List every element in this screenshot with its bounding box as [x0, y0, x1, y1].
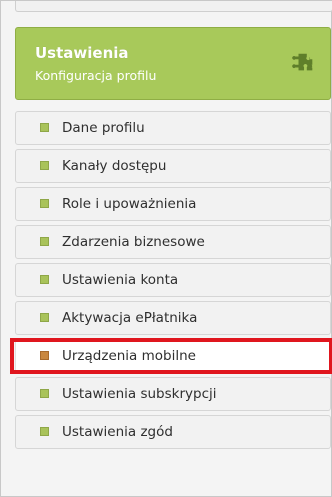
bullet-icon: [40, 275, 49, 284]
bullet-icon: [40, 427, 49, 436]
settings-title: Ustawienia: [35, 44, 129, 62]
settings-panel: Ustawienia Konfiguracja profilu Dane pro…: [0, 0, 332, 497]
menu-item-ustawienia-konta[interactable]: Ustawienia konta: [15, 263, 331, 297]
settings-header[interactable]: Ustawienia Konfiguracja profilu: [15, 27, 331, 100]
menu-item-label: Aktywacja ePłatnika: [62, 310, 198, 326]
menu-item-label: Ustawienia konta: [62, 272, 179, 288]
menu-item-aktywacja-eplatnika[interactable]: Aktywacja ePłatnika: [15, 301, 331, 335]
bullet-icon: [40, 161, 49, 170]
previous-section-edge: [15, 1, 332, 12]
menu-item-role-i-upowaznienia[interactable]: Role i upoważnienia: [15, 187, 331, 221]
bullet-icon: [40, 313, 49, 322]
menu-item-zdarzenia-biznesowe[interactable]: Zdarzenia biznesowe: [15, 225, 331, 259]
bullet-icon: [40, 199, 49, 208]
highlight-box: [10, 338, 332, 374]
bullet-icon: [40, 123, 49, 132]
menu-item-kanaly-dostepu[interactable]: Kanały dostępu: [15, 149, 331, 183]
menu-item-label: Zdarzenia biznesowe: [62, 234, 205, 250]
menu-item-ustawienia-zgod[interactable]: Ustawienia zgód: [15, 415, 331, 449]
menu-item-label: Ustawienia zgód: [62, 424, 173, 440]
puzzle-icon: [292, 53, 313, 71]
menu-item-dane-profilu[interactable]: Dane profilu: [15, 111, 331, 145]
bullet-icon: [40, 237, 49, 246]
menu-item-ustawienia-subskrypcji[interactable]: Ustawienia subskrypcji: [15, 377, 331, 411]
menu-item-label: Role i upoważnienia: [62, 196, 197, 212]
bullet-icon: [40, 389, 49, 398]
menu-item-label: Dane profilu: [62, 120, 145, 136]
settings-subtitle: Konfiguracja profilu: [35, 68, 157, 83]
menu-item-label: Kanały dostępu: [62, 158, 167, 174]
menu-item-label: Ustawienia subskrypcji: [62, 386, 217, 402]
